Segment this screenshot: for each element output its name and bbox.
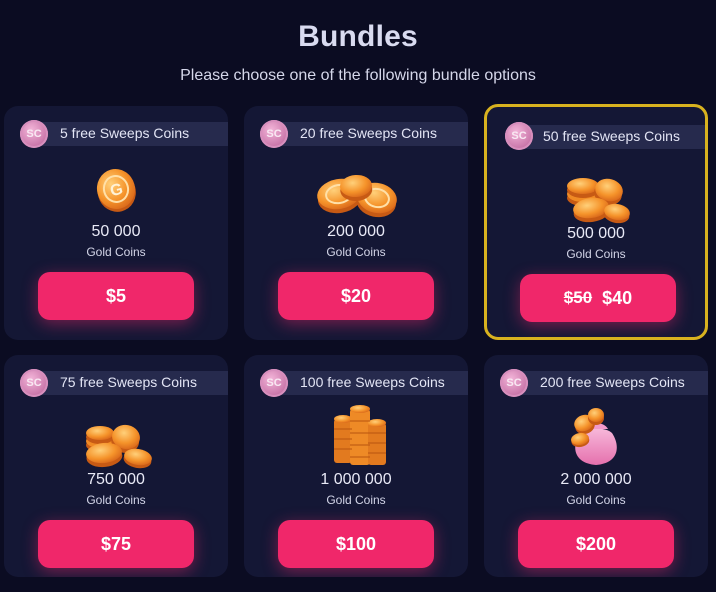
bundle-card-1[interactable]: SC 5 free Sweeps Coins G 50 000 Gold Coi… (4, 106, 228, 340)
page-subtitle: Please choose one of the following bundl… (180, 67, 536, 84)
gold-amount: 2 000 000 (560, 471, 632, 488)
sweeps-label: 200 free Sweeps Coins (540, 374, 685, 390)
gold-coins-label: Gold Coins (326, 245, 386, 259)
price-label: $40 (602, 287, 633, 308)
gold-coins-label: Gold Coins (566, 247, 626, 261)
gold-coins-label: Gold Coins (566, 493, 626, 507)
sweeps-label: 75 free Sweeps Coins (60, 374, 197, 390)
buy-button[interactable]: $20 (278, 272, 434, 320)
bundle-card-6[interactable]: SC 200 free Sweeps Coins 2 000 000 Gold … (484, 355, 708, 577)
sweeps-coin-icon: SC (260, 369, 288, 397)
buy-button[interactable]: $100 (278, 520, 434, 568)
buy-button[interactable]: $50 $40 (520, 274, 676, 322)
bundle-card-2[interactable]: SC 20 free Sweeps Coins 200 000 Gold Coi… (244, 106, 468, 340)
gold-coins-label: Gold Coins (86, 493, 146, 507)
gold-coins-label: Gold Coins (86, 245, 146, 259)
sweeps-coin-icon: SC (260, 120, 288, 148)
buy-button[interactable]: $75 (38, 520, 194, 568)
price-label: $100 (335, 533, 377, 554)
bundle-card-5[interactable]: SC 100 free Sweeps Coins 1 000 000 Gold … (244, 355, 468, 577)
gold-coins-label: Gold Coins (326, 493, 386, 507)
sweeps-label: 100 free Sweeps Coins (300, 374, 445, 390)
old-price-label: $50 (563, 288, 593, 307)
sweeps-label: 20 free Sweeps Coins (300, 125, 437, 141)
buy-button[interactable]: $5 (38, 272, 194, 320)
page-title: Bundles (298, 20, 418, 53)
sweeps-coin-icon: SC (20, 369, 48, 397)
coin-bag-icon (484, 405, 708, 469)
gold-amount: 750 000 (87, 471, 145, 488)
sweeps-coin-icon: SC (500, 369, 528, 397)
gold-coins-pile-icon (244, 162, 468, 226)
sweeps-coin-icon: SC (505, 122, 533, 150)
price-label: $200 (575, 533, 617, 554)
gold-amount: 500 000 (567, 225, 625, 242)
bundle-card-3-selected[interactable]: SC 50 free Sweeps Coins 500 000 Gold Coi… (484, 104, 708, 340)
gold-amount: 50 000 (91, 223, 141, 240)
single-gold-coin-icon: G (4, 162, 228, 226)
price-label: $5 (105, 285, 127, 306)
price-label: $20 (340, 285, 372, 306)
gold-coins-heap-icon (4, 407, 228, 471)
buy-button[interactable]: $200 (518, 520, 674, 568)
gold-coins-towers-icon (244, 405, 468, 469)
sweeps-label: 5 free Sweeps Coins (60, 125, 190, 141)
gold-amount: 200 000 (327, 223, 385, 240)
bundle-card-4[interactable]: SC 75 free Sweeps Coins 750 000 Gold Coi… (4, 355, 228, 577)
gold-coins-stack-icon (487, 164, 705, 228)
sweeps-coin-icon: SC (20, 120, 48, 148)
gold-amount: 1 000 000 (320, 471, 392, 488)
sweeps-label: 50 free Sweeps Coins (543, 128, 680, 144)
price-label: $75 (100, 533, 132, 554)
